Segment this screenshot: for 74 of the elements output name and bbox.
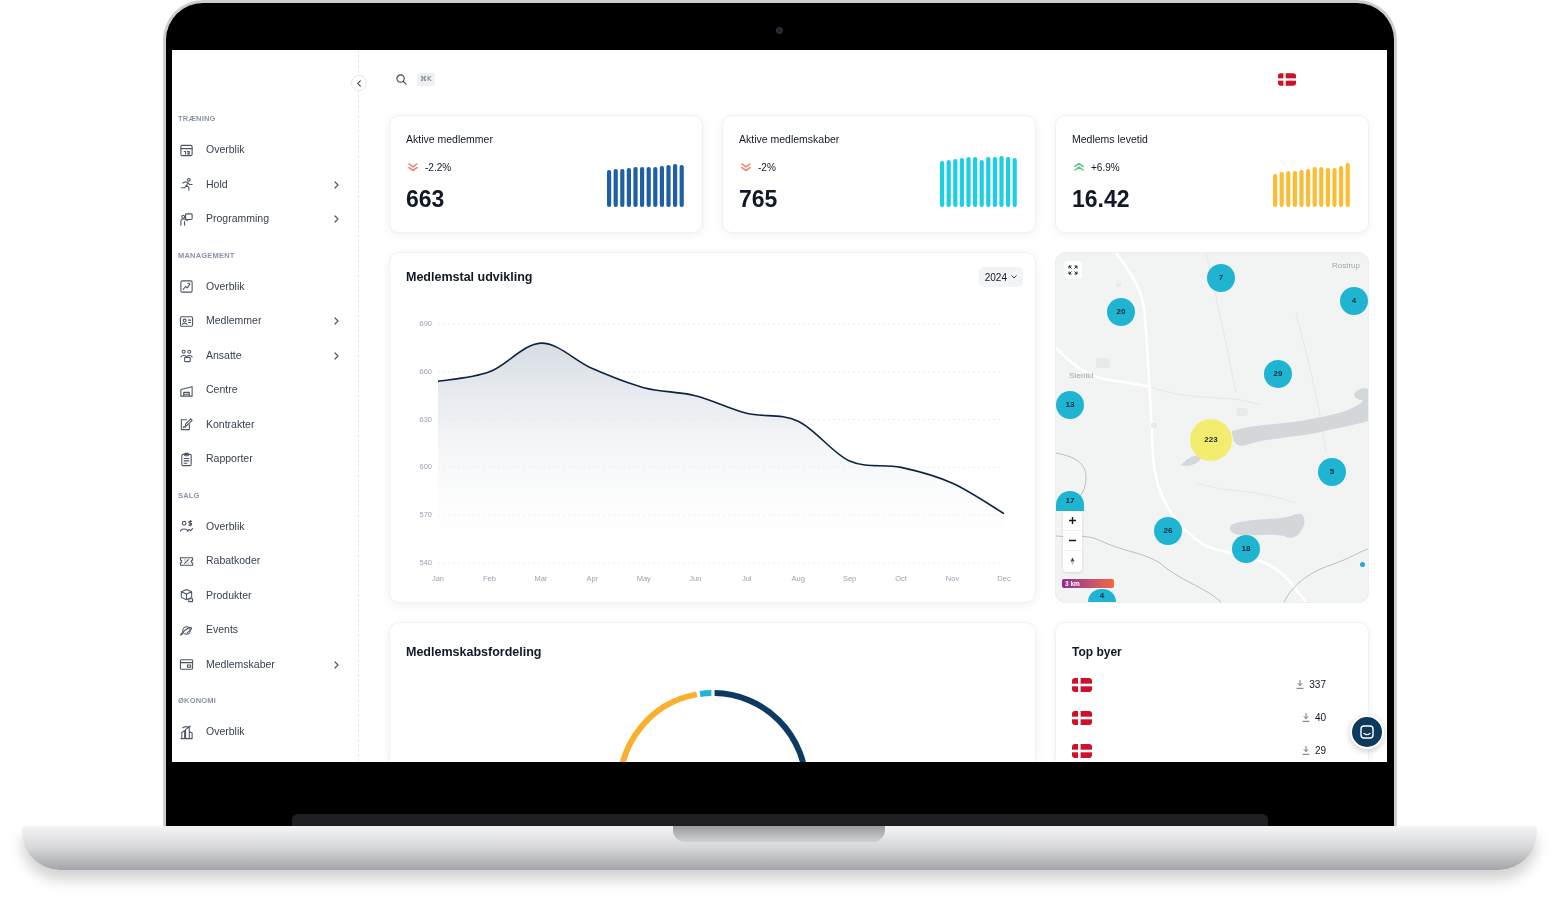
stat-value: 663: [406, 186, 446, 212]
collapse-button[interactable]: [351, 75, 367, 91]
sidebar-item[interactable]: Ansatte: [172, 338, 358, 373]
flag-icon: [1072, 677, 1092, 692]
sidebar-item[interactable]: Centre: [172, 373, 358, 408]
bar-chart-icon: [179, 724, 194, 740]
sidebar-item[interactable]: Kontrakter: [172, 407, 358, 442]
id-card-icon: [179, 313, 194, 329]
city-count: 29: [1314, 744, 1326, 758]
chat-icon: [1360, 725, 1374, 739]
sidebar-item[interactable]: Rabatkoder: [172, 544, 358, 579]
flag-icon: [1072, 710, 1092, 725]
city-count: 337: [1309, 678, 1326, 692]
sidebar-item[interactable]: Rapporter: [172, 442, 358, 477]
sidebar-item[interactable]: Events: [172, 613, 358, 648]
year-dropdown[interactable]: 2024: [978, 267, 1023, 287]
chevron-left-icon: [357, 79, 361, 87]
cluster-marker[interactable]: 5: [1318, 458, 1346, 486]
edit-document-icon: [179, 417, 194, 433]
stat-value: 765: [739, 186, 779, 212]
sidebar-item[interactable]: Overblik: [172, 133, 358, 168]
cluster-marker[interactable]: 17: [1056, 491, 1084, 511]
sidebar-item[interactable]: Medlemskaber: [172, 647, 358, 682]
box-icon: [179, 588, 194, 604]
arrow-down-icon: [1301, 713, 1310, 722]
stat-value: 16.42: [1072, 186, 1131, 212]
chat-button[interactable]: [1350, 715, 1384, 749]
cluster-marker[interactable]: 29: [1264, 360, 1292, 388]
cluster-marker[interactable]: 4: [1088, 589, 1116, 602]
runner-icon: [179, 177, 194, 193]
trend-value: -2.2%: [425, 160, 452, 175]
sidebar-item[interactable]: Hold: [172, 167, 358, 202]
cluster-marker[interactable]: 223: [1190, 419, 1232, 461]
card-title: Top byer: [1072, 644, 1122, 661]
place-label: Rostrup: [1332, 260, 1360, 272]
cluster-marker[interactable]: 13: [1056, 391, 1084, 419]
camera-icon: [776, 27, 783, 34]
chevron-down-icon: [1011, 275, 1017, 279]
card-title: Aktive medlemmer: [406, 133, 493, 145]
place-label: Stenild: [1069, 370, 1094, 382]
card-title: Medlems levetid: [1072, 133, 1148, 145]
sidebar-item[interactable]: Overblik: [172, 269, 358, 304]
cluster-marker[interactable]: 18: [1232, 535, 1260, 563]
people-icon: [179, 348, 194, 364]
cluster-marker[interactable]: 7: [1207, 264, 1235, 292]
clipboard-icon: [179, 451, 194, 467]
plus-icon: [1068, 516, 1077, 525]
expand-icon: [1068, 265, 1078, 275]
card-icon: [179, 657, 194, 673]
flag-icon[interactable]: [1278, 72, 1296, 86]
flag-icon: [1072, 743, 1092, 758]
cluster-marker[interactable]: 20: [1107, 298, 1135, 326]
person-dollar-icon: [179, 519, 194, 535]
arrow-down-icon: [1301, 746, 1310, 755]
sidebar-item[interactable]: Medlemmer: [172, 304, 358, 339]
compass-icon: [1068, 556, 1077, 566]
search-icon[interactable]: [396, 73, 407, 85]
arrow-down-icon: [1296, 680, 1305, 689]
card-title: Medlemskabsfordeling: [406, 644, 542, 661]
card-title: Medlemstal udvikling: [406, 269, 533, 286]
presenter-icon: [179, 211, 194, 227]
sidebar-item[interactable]: Produkter: [172, 578, 358, 613]
sidebar-item[interactable]: Programming: [172, 202, 358, 237]
cluster-marker[interactable]: 4: [1340, 287, 1368, 315]
sidebar-item[interactable]: Overblik: [172, 715, 358, 750]
calendar-icon: [179, 142, 194, 158]
city-count: 40: [1314, 711, 1326, 725]
cluster-marker[interactable]: 26: [1154, 517, 1182, 545]
line-chart-icon: [179, 279, 194, 295]
card-title: Aktive medlemskaber: [739, 133, 840, 145]
fullscreen-button[interactable]: [1064, 261, 1082, 279]
trend-value: -2%: [758, 160, 776, 175]
trend-value: +6.9%: [1091, 160, 1120, 175]
sidebar-item[interactable]: Overblik: [172, 509, 358, 544]
